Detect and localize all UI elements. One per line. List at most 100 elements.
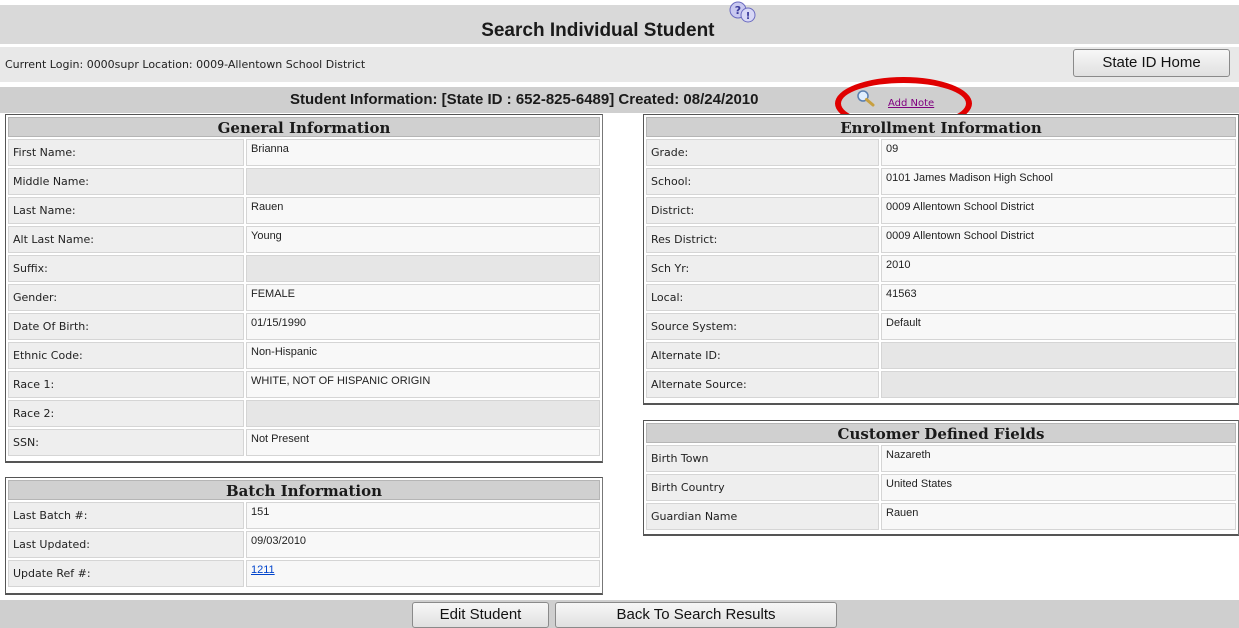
field-value: [246, 400, 600, 427]
field-label: Sch Yr:: [646, 255, 879, 282]
field-label: District:: [646, 197, 879, 224]
field-label: Race 2:: [8, 400, 244, 427]
update-ref-link[interactable]: 1211: [251, 564, 275, 576]
customer-defined-fields-panel: Customer Defined Fields Birth Town Nazare…: [643, 420, 1239, 536]
field-value: [246, 255, 600, 282]
general-information-panel: General Information First Name: Brianna Mi…: [5, 114, 603, 463]
field-value: Default: [881, 313, 1236, 340]
field-value: 09: [881, 139, 1236, 166]
field-value: Nazareth: [881, 445, 1236, 472]
table-row: Ethnic Code: Non-Hispanic: [8, 342, 600, 369]
student-info-bar: Student Information: [State ID : 652-825…: [0, 87, 1239, 113]
enrollment-information-table: Grade: 09 School: 0101 James Madison High S…: [644, 137, 1238, 400]
magnifier-icon[interactable]: [856, 89, 876, 107]
table-row: Last Updated: 09/03/2010: [8, 531, 600, 558]
table-row: First Name: Brianna: [8, 139, 600, 166]
field-value: [246, 168, 600, 195]
field-value: 151: [246, 502, 600, 529]
field-label: Alt Last Name:: [8, 226, 244, 253]
field-label: Last Batch #:: [8, 502, 244, 529]
enrollment-information-panel: Enrollment Information Grade: 09 School: 01…: [643, 114, 1239, 405]
field-value: WHITE, NOT OF HISPANIC ORIGIN: [246, 371, 600, 398]
table-row: Middle Name:: [8, 168, 600, 195]
table-row: Last Name: Rauen: [8, 197, 600, 224]
back-to-search-results-button[interactable]: Back To Search Results: [555, 602, 837, 628]
page-title: Search Individual Student: [481, 20, 715, 41]
field-value: Rauen: [246, 197, 600, 224]
field-label: Suffix:: [8, 255, 244, 282]
login-bar: Current Login: 0000supr Location: 0009-A…: [0, 47, 1239, 82]
table-row: Grade: 09: [646, 139, 1236, 166]
table-row: Res District: 0009 Allentown School Distr…: [646, 226, 1236, 253]
table-row: Sch Yr: 2010: [646, 255, 1236, 282]
state-id-home-button[interactable]: State ID Home: [1073, 49, 1230, 77]
field-value: [881, 342, 1236, 369]
batch-information-panel: Batch Information Last Batch #: 151 Last U…: [5, 477, 603, 595]
field-label: School:: [646, 168, 879, 195]
field-value: 09/03/2010: [246, 531, 600, 558]
customer-defined-fields-heading: Customer Defined Fields: [646, 423, 1236, 443]
field-value: United States: [881, 474, 1236, 501]
general-information-table: First Name: Brianna Middle Name: Last Name:…: [6, 137, 602, 458]
table-row: Guardian Name Rauen: [646, 503, 1236, 530]
enrollment-information-heading: Enrollment Information: [646, 117, 1236, 137]
table-row: Date Of Birth: 01/15/1990: [8, 313, 600, 340]
edit-student-button[interactable]: Edit Student: [412, 602, 549, 628]
field-label: Last Updated:: [8, 531, 244, 558]
field-label: First Name:: [8, 139, 244, 166]
field-value: [881, 371, 1236, 398]
table-row: Alt Last Name: Young: [8, 226, 600, 253]
table-row: Update Ref #: 1211: [8, 560, 600, 587]
title-bar: Search Individual Student ? !: [0, 1, 1239, 45]
field-value: Rauen: [881, 503, 1236, 530]
field-label: Local:: [646, 284, 879, 311]
field-value: 41563: [881, 284, 1236, 311]
batch-information-heading: Batch Information: [8, 480, 600, 500]
field-label: Ethnic Code:: [8, 342, 244, 369]
table-row: Gender: FEMALE: [8, 284, 600, 311]
table-row: District: 0009 Allentown School District: [646, 197, 1236, 224]
svg-text:?: ?: [735, 4, 741, 17]
field-value: 0101 James Madison High School: [881, 168, 1236, 195]
table-row: Alternate ID:: [646, 342, 1236, 369]
table-row: SSN: Not Present: [8, 429, 600, 456]
table-row: Birth Town Nazareth: [646, 445, 1236, 472]
field-value: Young: [246, 226, 600, 253]
field-value: FEMALE: [246, 284, 600, 311]
student-info-text: Student Information: [State ID : 652-825…: [290, 91, 759, 108]
table-row: Suffix:: [8, 255, 600, 282]
field-value: 2010: [881, 255, 1236, 282]
general-information-heading: General Information: [8, 117, 600, 137]
svg-text:!: !: [746, 11, 751, 22]
table-row: Birth Country United States: [646, 474, 1236, 501]
field-label: SSN:: [8, 429, 244, 456]
field-label: Alternate Source:: [646, 371, 879, 398]
help-question-icon[interactable]: ? !: [728, 0, 758, 23]
customer-defined-fields-table: Birth Town Nazareth Birth Country United St…: [644, 443, 1238, 532]
batch-information-table: Last Batch #: 151 Last Updated: 09/03/2010 U…: [6, 500, 602, 589]
table-row: Last Batch #: 151: [8, 502, 600, 529]
field-label: Update Ref #:: [8, 560, 244, 587]
field-value: 0009 Allentown School District: [881, 197, 1236, 224]
field-label: Source System:: [646, 313, 879, 340]
field-value: Not Present: [246, 429, 600, 456]
field-label: Alternate ID:: [646, 342, 879, 369]
table-row: School: 0101 James Madison High School: [646, 168, 1236, 195]
field-label: Gender:: [8, 284, 244, 311]
field-label: Birth Country: [646, 474, 879, 501]
field-value: 0009 Allentown School District: [881, 226, 1236, 253]
field-label: Guardian Name: [646, 503, 879, 530]
field-label: Birth Town: [646, 445, 879, 472]
table-row: Local: 41563: [646, 284, 1236, 311]
field-value: 1211: [246, 560, 600, 587]
table-row: Source System: Default: [646, 313, 1236, 340]
field-label: Race 1:: [8, 371, 244, 398]
login-text: Current Login: 0000supr Location: 0009-A…: [5, 58, 366, 71]
field-value: Non-Hispanic: [246, 342, 600, 369]
field-label: Res District:: [646, 226, 879, 253]
field-label: Last Name:: [8, 197, 244, 224]
field-value: 01/15/1990: [246, 313, 600, 340]
table-row: Race 1: WHITE, NOT OF HISPANIC ORIGIN: [8, 371, 600, 398]
field-label: Date Of Birth:: [8, 313, 244, 340]
field-value: Brianna: [246, 139, 600, 166]
